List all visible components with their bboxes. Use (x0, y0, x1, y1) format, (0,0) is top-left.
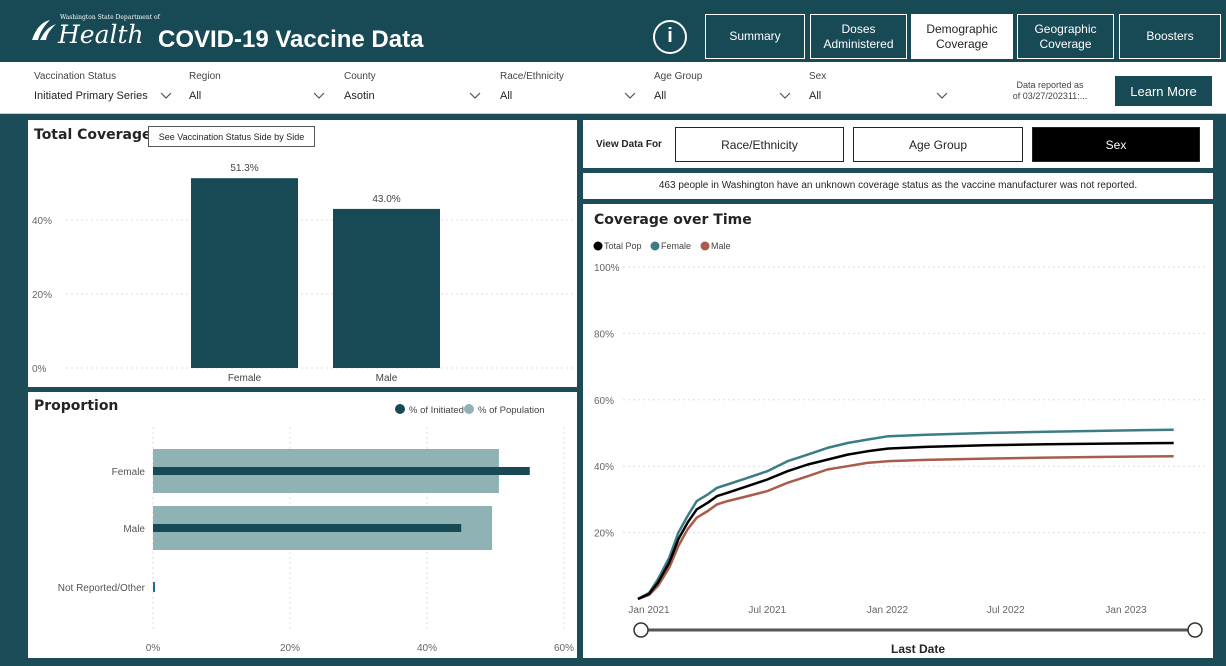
x-tick-label: 40% (417, 643, 437, 654)
legend-marker (464, 404, 474, 414)
y-tick-label: Not Reported/Other (58, 583, 146, 594)
region-filter[interactable]: Region All (189, 62, 329, 112)
sex-filter[interactable]: Sex All (809, 62, 949, 112)
chevron-down-icon (160, 92, 172, 99)
x-tick-label: Jan 2021 (628, 605, 670, 616)
filter-value: Initiated Primary Series (34, 90, 148, 102)
county-filter[interactable]: County Asotin (344, 62, 484, 112)
filter-label: Age Group (654, 71, 703, 82)
nav-demographic-coverage-button[interactable]: Demographic Coverage (911, 14, 1013, 59)
coverage-over-time-chart: Total Pop Female Male 20% 40% 60% 80% 100% Jan 2… (593, 241, 1208, 656)
bar-data-label: 51.3% (230, 163, 258, 174)
filter-value: All (654, 90, 667, 102)
chevron-down-icon (779, 92, 791, 99)
y-tick-label: 40% (594, 462, 614, 473)
view-data-label: View Data For (596, 139, 662, 150)
legend-marker (395, 404, 405, 414)
age-group-filter[interactable]: Age Group All (654, 62, 794, 112)
header: Washington State Department of Health CO… (0, 0, 1226, 62)
chevron-down-icon (936, 92, 948, 99)
mountain-logo-icon (32, 20, 56, 40)
nav-geographic-coverage-button[interactable]: Geographic Coverage (1017, 14, 1114, 59)
legend-marker (593, 241, 603, 251)
coverage-bar (191, 178, 298, 368)
y-tick-label: Female (112, 467, 146, 478)
view-sex-button[interactable]: Sex (1032, 127, 1200, 162)
y-tick-label: 100% (594, 263, 620, 274)
race-ethnicity-filter[interactable]: Race/Ethnicity All (500, 62, 640, 112)
filter-value: Asotin (344, 90, 375, 102)
filter-label: Race/Ethnicity (500, 71, 564, 82)
initiated-bar (153, 524, 462, 532)
male-line (637, 454, 1174, 601)
x-tick-label: 60% (554, 643, 574, 654)
nav-boosters-button[interactable]: Boosters (1119, 14, 1221, 59)
y-tick-label: 20% (594, 529, 614, 540)
y-tick-label: 80% (594, 329, 614, 340)
date-slider-end-handle[interactable] (1187, 622, 1203, 638)
y-tick-label: Male (123, 524, 145, 535)
total-coverage-chart: 0% 20% 40% 51.3% Female 43.0% Male (32, 163, 573, 384)
legend-label: % of Initiated (409, 405, 464, 416)
filter-label: Sex (809, 71, 827, 82)
data-reported-text: Data reported as of 03/27/202311:... (1000, 80, 1100, 102)
info-icon[interactable]: i (653, 20, 687, 54)
y-tick-label: 40% (32, 216, 52, 227)
page-title: COVID-19 Vaccine Data (158, 26, 424, 53)
initiated-bar (153, 467, 530, 475)
x-tick-label: 0% (146, 643, 161, 654)
filter-value: All (189, 90, 202, 102)
x-tick-label: Male (376, 373, 398, 384)
reported-line1: Data reported as (1016, 80, 1084, 90)
filter-value: All (500, 90, 513, 102)
initiated-bar (153, 582, 155, 592)
total-coverage-title: Total Coverage (34, 127, 152, 143)
y-tick-label: 60% (594, 396, 614, 407)
chevron-down-icon (624, 92, 636, 99)
legend-label: Total Pop (604, 241, 642, 251)
x-tick-label: Jan 2022 (867, 605, 909, 616)
filter-label: Region (189, 71, 221, 82)
legend-marker (650, 241, 660, 251)
female-line (637, 428, 1174, 601)
x-tick-label: 20% (280, 643, 300, 654)
coverage-bar (333, 208, 440, 368)
x-tick-label: Jul 2021 (748, 605, 786, 616)
x-tick-label: Jul 2022 (987, 605, 1025, 616)
filter-label: Vaccination Status (34, 71, 117, 82)
x-tick-label: Female (228, 373, 262, 384)
chevron-down-icon (469, 92, 481, 99)
legend-label: Female (661, 241, 691, 251)
logo-big-text: Health (58, 20, 144, 49)
legend-label: Male (711, 241, 731, 251)
x-tick-label: Jan 2023 (1105, 605, 1147, 616)
proportion-chart: % of Initiated % of Population 0% 20% 40% 60%… (58, 404, 574, 654)
nav-summary-button[interactable]: Summary (705, 14, 805, 59)
view-age-group-button[interactable]: Age Group (853, 127, 1023, 162)
legend-label: % of Population (478, 405, 545, 416)
vaccination-status-filter[interactable]: Vaccination Status Initiated Primary Ser… (34, 62, 174, 112)
chevron-down-icon (313, 92, 325, 99)
bar-data-label: 43.0% (372, 194, 400, 205)
filter-label: County (344, 71, 376, 82)
learn-more-button[interactable]: Learn More (1115, 76, 1212, 106)
date-slider-start-handle[interactable] (633, 622, 649, 638)
y-tick-label: 0% (32, 364, 47, 375)
filter-value: All (809, 90, 822, 102)
legend-marker (700, 241, 710, 251)
slider-label: Last Date (891, 642, 945, 656)
unknown-status-notice: 463 people in Washington have an unknown… (583, 173, 1213, 199)
y-tick-label: 20% (32, 290, 52, 301)
reported-line2: of 03/27/202311:... (1012, 91, 1088, 101)
side-by-side-button[interactable]: See Vaccination Status Side by Side (148, 126, 315, 147)
nav-doses-administered-button[interactable]: Doses Administered (810, 14, 907, 59)
view-race-ethnicity-button[interactable]: Race/Ethnicity (675, 127, 844, 162)
